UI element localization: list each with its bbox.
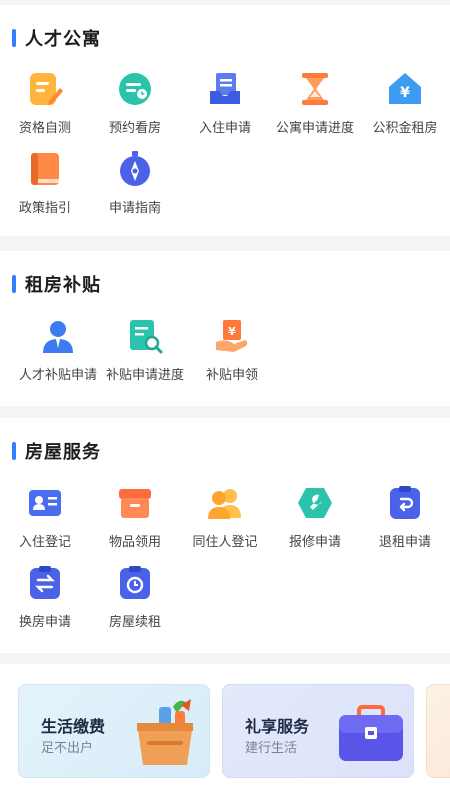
section-title-text: 人才公寓	[25, 29, 101, 50]
item-policy-guide[interactable]: 政策指引	[0, 151, 90, 216]
exchange-icon	[30, 566, 60, 599]
hourglass-icon	[302, 73, 328, 105]
wrench-icon	[298, 488, 332, 518]
item-label: 预约看房	[108, 121, 161, 136]
section-title: 租房补贴	[12, 273, 101, 296]
item-cohabitant-registration[interactable]: 同住人登记	[180, 485, 270, 550]
item-repair-request[interactable]: 报修申请	[270, 485, 360, 550]
svg-text:¥: ¥	[400, 85, 410, 101]
item-move-out-request[interactable]: 退租申请	[360, 485, 450, 550]
item-provident-fund-rental[interactable]: ¥ 公积金租房	[360, 71, 450, 136]
section-title-text: 房屋服务	[25, 442, 101, 463]
item-apartment-progress[interactable]: 公寓申请进度	[270, 71, 360, 136]
item-talent-subsidy-application[interactable]: 人才补贴申请	[13, 318, 103, 383]
grocery-basket-icon	[137, 699, 193, 765]
title-accent-bar	[12, 29, 16, 47]
card-title: 礼享服务	[245, 717, 310, 736]
clipboard-clock-icon	[120, 566, 150, 599]
item-label: 公寓申请进度	[275, 121, 354, 136]
title-accent-bar	[12, 442, 16, 460]
item-label: 换房申请	[18, 615, 71, 630]
item-label: 物品领用	[108, 535, 161, 550]
appointment-icon	[119, 73, 151, 105]
clipboard-return-icon	[390, 486, 420, 519]
item-label: 人才补贴申请	[18, 368, 97, 383]
compass-icon	[120, 151, 150, 186]
item-label: 入住登记	[18, 535, 71, 550]
inbox-document-icon	[210, 73, 240, 104]
item-goods-requisition[interactable]: 物品领用	[90, 485, 180, 550]
item-label: 同住人登记	[192, 535, 258, 550]
book-icon	[31, 153, 59, 185]
box-icon	[119, 489, 151, 518]
person-icon	[43, 321, 73, 353]
document-search-icon	[130, 320, 163, 354]
item-label: 补贴申请进度	[105, 368, 184, 383]
item-label: 入住申请	[198, 121, 251, 136]
title-accent-bar	[12, 275, 16, 293]
people-icon	[208, 489, 241, 519]
item-move-in-application[interactable]: 入住申请	[180, 71, 270, 136]
card-title: 生活缴费	[41, 717, 106, 736]
card-utility-payment[interactable]: 生活缴费 足不出户	[18, 684, 210, 778]
id-card-icon	[29, 490, 61, 516]
briefcase-icon	[339, 705, 403, 761]
item-lease-renewal[interactable]: 房屋续租	[90, 565, 180, 630]
section-rental-subsidy: 租房补贴 人才补贴申请 补贴申请进度 ¥ 补贴申领	[0, 251, 450, 406]
item-label: 资格自测	[18, 121, 71, 136]
section-title: 人才公寓	[12, 27, 101, 50]
yuan-house-icon: ¥	[389, 73, 421, 104]
item-subsidy-progress[interactable]: 补贴申请进度	[100, 318, 190, 383]
item-label: 退租申请	[378, 535, 431, 550]
svg-text:¥: ¥	[228, 325, 236, 338]
section-title: 房屋服务	[12, 440, 101, 463]
item-check-in-registration[interactable]: 入住登记	[0, 485, 90, 550]
item-qualification-self-test[interactable]: 资格自测	[0, 71, 90, 136]
item-label: 公积金租房	[372, 121, 438, 136]
card-partial-next[interactable]	[426, 684, 450, 778]
item-label: 房屋续租	[108, 615, 161, 630]
item-application-guide[interactable]: 申请指南	[90, 151, 180, 216]
item-subsidy-claim[interactable]: ¥ 补贴申领	[187, 318, 277, 383]
item-book-viewing[interactable]: 预约看房	[90, 71, 180, 136]
section-title-text: 租房补贴	[25, 275, 101, 296]
section-talent-apartment: 人才公寓 资格自测 预约看房 入住申请 公寓申请进度 ¥ 公积金租房 政策指引 …	[0, 5, 450, 236]
item-label: 报修申请	[288, 535, 341, 550]
card-subtitle: 建行生活	[245, 741, 298, 756]
item-label: 补贴申领	[205, 368, 258, 383]
item-label: 政策指引	[18, 201, 71, 216]
edit-document-icon	[30, 73, 63, 105]
card-subtitle: 足不出户	[41, 741, 94, 756]
section-housing-services: 房屋服务 入住登记 物品领用 同住人登记 报修申请 退租申请 换房申请 房屋续租	[0, 418, 450, 653]
card-gift-service[interactable]: 礼享服务 建行生活	[222, 684, 414, 778]
item-room-change-request[interactable]: 换房申请	[0, 565, 90, 630]
item-label: 申请指南	[108, 201, 161, 216]
hand-money-icon: ¥	[216, 320, 248, 352]
